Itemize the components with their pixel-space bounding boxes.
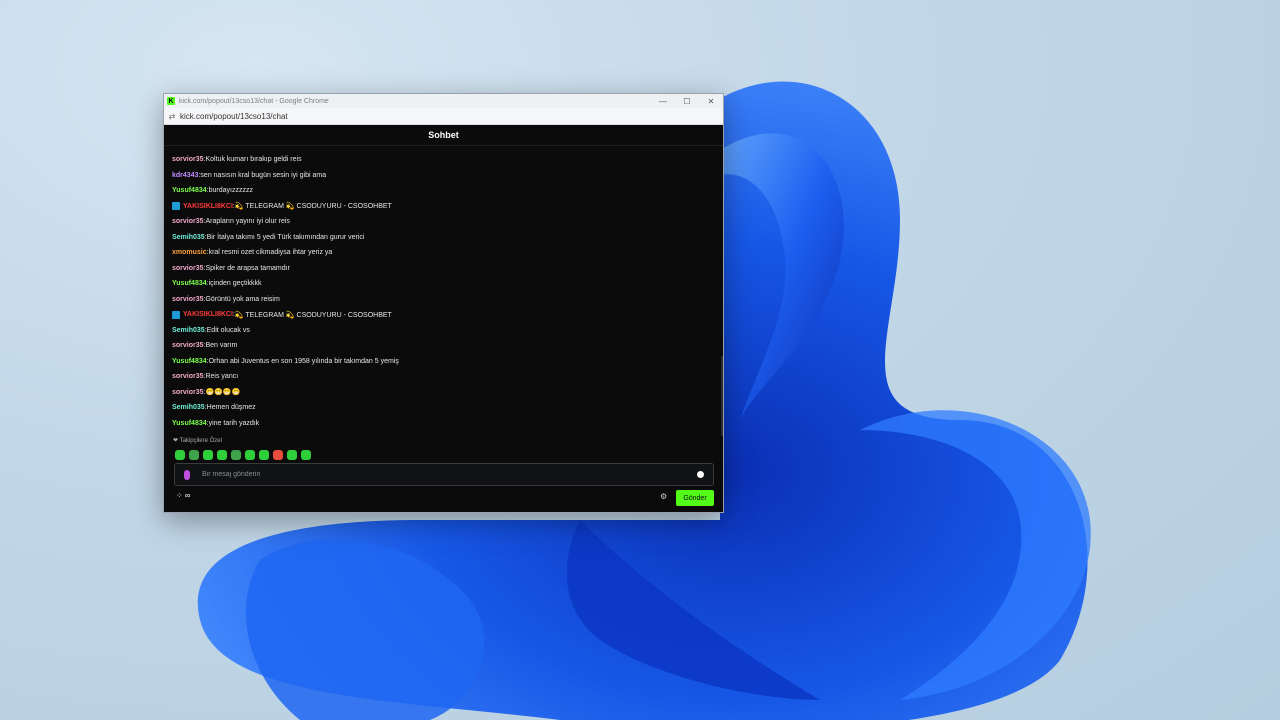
- chat-message-text: sen nasısın kral bugün sesin iyi gibi am…: [200, 171, 327, 179]
- chat-username[interactable]: YAKISIKLI8KCI: [183, 311, 233, 318]
- emote-icon[interactable]: [203, 450, 213, 460]
- emote-icon[interactable]: [301, 450, 311, 460]
- chat-message-text: 💫 TELEGRAM 💫 CSODUYURU - CSOSOHBET: [234, 203, 392, 211]
- message-input-box[interactable]: [174, 463, 714, 486]
- chat-message-text: Görüntü yok ama reisim: [205, 295, 280, 303]
- chat-username[interactable]: sorvior35: [172, 342, 204, 349]
- browser-titlebar: K kick.com/popout/13cso13/chat - Google …: [164, 94, 723, 108]
- emote-icon[interactable]: [175, 450, 185, 460]
- chat-message-list[interactable]: sorvior35: Koltuk kumarı bırakıp geldi r…: [172, 152, 715, 432]
- chat-message: sorvior35: Reis yancı: [172, 369, 715, 385]
- kick-favicon-icon: K: [167, 97, 175, 105]
- chat-message-text: Edit olucak vs: [206, 326, 250, 334]
- chat-username[interactable]: Yusuf4834: [172, 420, 207, 427]
- emote-icon[interactable]: [287, 450, 297, 460]
- site-settings-icon[interactable]: ⇄: [164, 112, 180, 121]
- user-badge-icon: [172, 202, 180, 211]
- minimize-icon[interactable]: —: [651, 97, 675, 106]
- chat-message-text: kral resmi ozet cikmadiysa ihtar yeriz y…: [208, 249, 333, 257]
- user-badge-icon: [172, 310, 180, 319]
- message-input[interactable]: [200, 470, 697, 479]
- chat-username[interactable]: sorvior35: [172, 156, 204, 163]
- chat-message: sorvior35: Koltuk kumarı bırakıp geldi r…: [172, 152, 715, 168]
- chat-message-text: yine tarih yazdık: [208, 419, 260, 427]
- chat-message: sorvior35: Ben varım: [172, 338, 715, 354]
- chat-message-text: Arapların yayını iyi olur reis: [205, 218, 290, 226]
- chat-message: YAKISIKLI8KCI: 💫 TELEGRAM 💫 CSODUYURU - …: [172, 307, 715, 323]
- browser-window: K kick.com/popout/13cso13/chat - Google …: [163, 93, 724, 513]
- chat-header: Sohbet: [164, 125, 723, 146]
- emote-icon[interactable]: [217, 450, 227, 460]
- chat-username[interactable]: sorvior35: [172, 296, 204, 303]
- emote-icon[interactable]: [189, 450, 199, 460]
- chat-scrollbar[interactable]: [721, 356, 723, 436]
- chat-message: Semih035: Bir İtalya takımı 5 yedi Türk …: [172, 230, 715, 246]
- chat-message-text: Orhan abi Juventus en son 1958 yılında b…: [208, 357, 399, 365]
- emote-bar: [175, 450, 311, 460]
- chat-message-text: burdayızzzzzz: [208, 187, 253, 195]
- chat-message-text: içinden geçtikkkk: [208, 280, 262, 288]
- chat-username[interactable]: sorvior35: [172, 389, 204, 396]
- chat-username[interactable]: Semih035: [172, 404, 205, 411]
- chat-message-text: Hemen düşmez: [206, 404, 256, 412]
- chat-username[interactable]: kdr4343: [172, 172, 198, 179]
- chat-message: Yusuf4834: içinden geçtikkkk: [172, 276, 715, 292]
- chat-message: Semih035: Hemen düşmez: [172, 400, 715, 416]
- chat-message-text: Spiker de arapsa tamamdır: [205, 264, 290, 272]
- chat-message: xmomusic: kral resmi ozet cikmadiysa iht…: [172, 245, 715, 261]
- chat-message: Yusuf4834: Orhan abi Juventus en son 195…: [172, 354, 715, 370]
- gear-icon[interactable]: ⚙: [660, 492, 667, 501]
- maximize-icon[interactable]: ☐: [675, 97, 699, 106]
- chat-message: sorvior35: Spiker de arapsa tamamdır: [172, 261, 715, 277]
- chat-username[interactable]: Semih035: [172, 234, 205, 241]
- chat-username[interactable]: sorvior35: [172, 265, 204, 272]
- points-icon: ⁘: [176, 491, 183, 500]
- chat-message-text: Ben varım: [205, 342, 238, 350]
- window-title: kick.com/popout/13cso13/chat - Google Ch…: [179, 97, 329, 105]
- address-bar[interactable]: ⇄ kick.com/popout/13cso13/chat: [164, 108, 723, 125]
- emote-icon[interactable]: [245, 450, 255, 460]
- chat-username[interactable]: Yusuf4834: [172, 358, 207, 365]
- chat-message-text: Reis yancı: [205, 373, 239, 381]
- emote-icon[interactable]: [273, 450, 283, 460]
- chat-message-text: 💫 TELEGRAM 💫 CSODUYURU - CSOSOHBET: [234, 311, 392, 319]
- chat-message: sorvior35: Arapların yayını iyi olur rei…: [172, 214, 715, 230]
- chat-message: Yusuf4834: burdayızzzzzz: [172, 183, 715, 199]
- chat-username[interactable]: Yusuf4834: [172, 280, 207, 287]
- chat-username[interactable]: Semih035: [172, 327, 205, 334]
- chat-message: sorvior35: 😁😁😁😁: [172, 385, 715, 401]
- emoji-picker-icon[interactable]: [697, 471, 704, 478]
- followers-only-label: ❤ Takipçilere Özel: [173, 438, 222, 444]
- chat-message: YAKISIKLI8KCI: 💫 TELEGRAM 💫 CSODUYURU - …: [172, 199, 715, 215]
- points-value: ∞: [184, 491, 191, 500]
- url-text[interactable]: kick.com/popout/13cso13/chat: [180, 112, 288, 121]
- chat-message-text: 😁😁😁😁: [205, 389, 241, 397]
- chat-title: Sohbet: [428, 130, 459, 140]
- chat-username[interactable]: sorvior35: [172, 218, 204, 225]
- chat-message: sorvior35: Görüntü yok ama reisim: [172, 292, 715, 308]
- emote-icon[interactable]: [259, 450, 269, 460]
- chat-message: Semih035: Edit olucak vs: [172, 323, 715, 339]
- points-indicator[interactable]: ⁘ ∞: [176, 491, 190, 500]
- chat-username[interactable]: YAKISIKLI8KCI: [183, 203, 233, 210]
- chat-message: Yusuf4834: yine tarih yazdık: [172, 416, 715, 432]
- emote-icon[interactable]: [231, 450, 241, 460]
- close-icon[interactable]: ✕: [699, 97, 723, 106]
- send-button[interactable]: Gönder: [676, 490, 714, 506]
- chat-username[interactable]: sorvior35: [172, 373, 204, 380]
- chat-message-text: Bir İtalya takımı 5 yedi Türk takımından…: [206, 233, 365, 241]
- chat-message-text: Koltuk kumarı bırakıp geldi reis: [205, 156, 302, 164]
- chat-username[interactable]: Yusuf4834: [172, 187, 207, 194]
- chat-username[interactable]: xmomusic: [172, 249, 207, 256]
- microphone-icon[interactable]: [184, 469, 190, 480]
- chat-message: kdr4343: sen nasısın kral bugün sesin iy…: [172, 168, 715, 184]
